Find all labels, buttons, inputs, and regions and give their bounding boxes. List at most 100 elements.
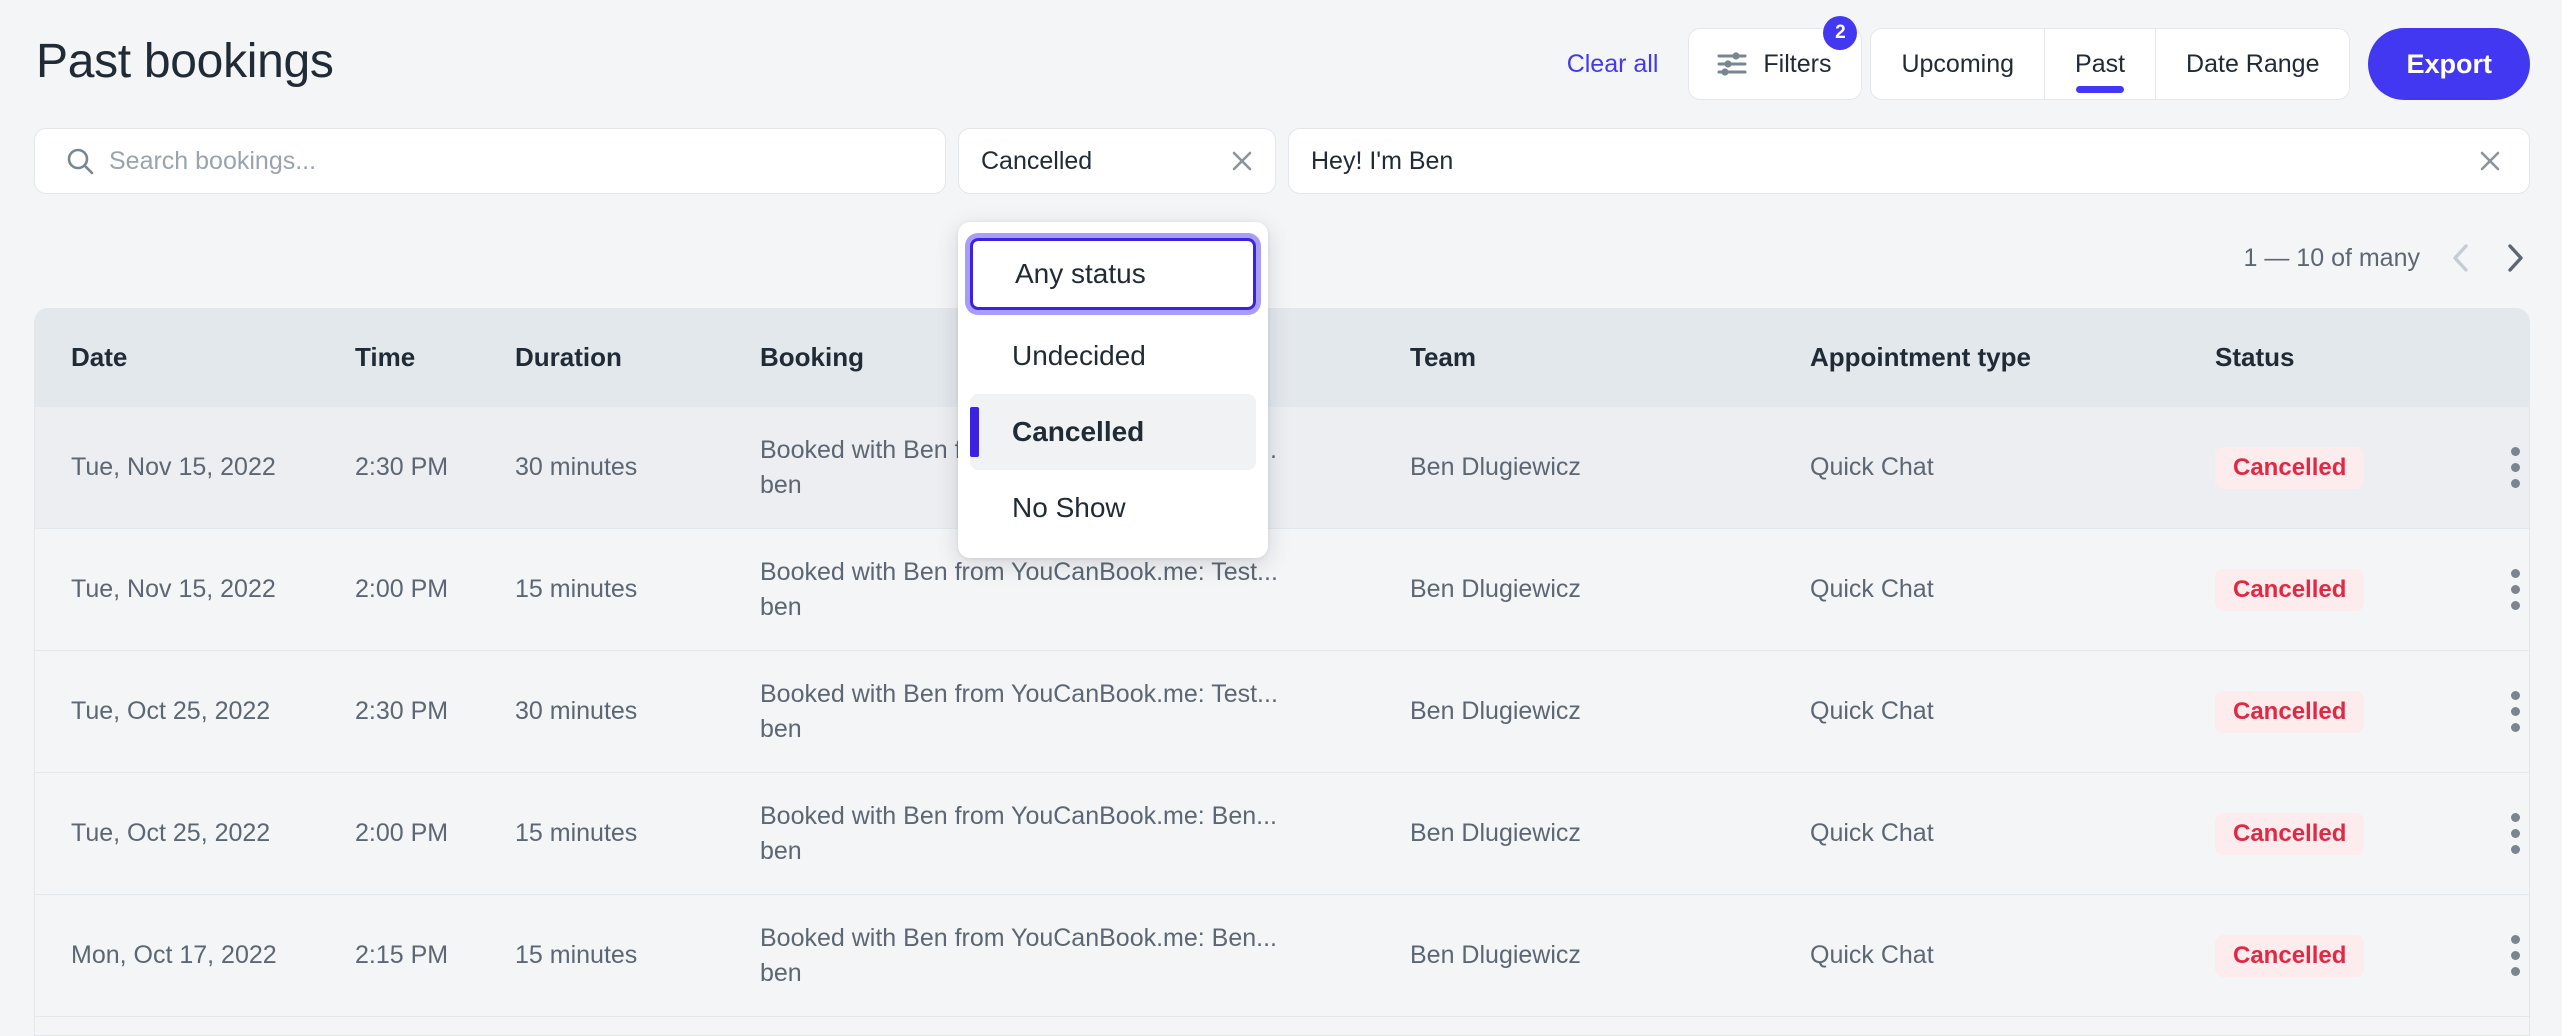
table-row[interactable]: Booked with Ben from YouCanBook.me: Ben.… (35, 1016, 2529, 1035)
status-option-cancelled[interactable]: Cancelled (970, 394, 1256, 470)
booking-subtitle: ben (760, 836, 802, 865)
search-icon (65, 146, 95, 176)
status-badge: Cancelled (2215, 934, 2365, 977)
table-row[interactable]: Tue, Nov 15, 2022 2:30 PM 30 minutes Booked… (35, 406, 2529, 529)
clear-status-icon[interactable] (1229, 148, 1255, 174)
filters-button-label: Filters (1763, 49, 1832, 78)
column-header-appointment-type[interactable]: Appointment type (1810, 309, 2215, 407)
row-actions-menu-icon[interactable] (2465, 935, 2529, 976)
tab-upcoming-label: Upcoming (1901, 49, 2015, 78)
status-option-label: No Show (1012, 492, 1126, 523)
column-header-time[interactable]: Time (355, 309, 515, 407)
export-button[interactable]: Export (2368, 28, 2530, 100)
cell-appointment-type: Quick Chat (1810, 772, 2215, 895)
sliders-icon (1717, 51, 1747, 77)
clear-keyword-icon[interactable] (2477, 148, 2503, 174)
cell-time: 2:00 PM (355, 528, 515, 651)
cell-team: Ben Dlugiewicz (1410, 772, 1810, 895)
bookings-table-container: Date Time Duration Booking Team Appointm… (34, 308, 2530, 1036)
row-actions-menu-icon[interactable] (2465, 691, 2529, 732)
table-row[interactable]: Tue, Oct 25, 2022 2:00 PM 15 minutes Booked… (35, 772, 2529, 895)
cell-date: Tue, Oct 25, 2022 (35, 650, 355, 773)
cell-team: Ben Dlugiewicz (1410, 406, 1810, 529)
table-row[interactable]: Mon, Oct 17, 2022 2:15 PM 15 minutes Booked… (35, 894, 2529, 1017)
status-badge: Cancelled (2215, 568, 2365, 611)
booking-title: Booked with Ben from YouCanBook.me: Test… (760, 680, 1278, 708)
cell-time: 2:30 PM (355, 650, 515, 773)
tab-upcoming[interactable]: Upcoming (1871, 29, 2046, 99)
keyword-filter-value[interactable]: Hey! I'm Ben (1311, 147, 2477, 176)
booking-cell-content: Booked with Ben from YouCanBook.me: Ben.… (760, 799, 1410, 868)
status-filter-field[interactable]: Cancelled (958, 128, 1276, 194)
cell-date: Tue, Oct 25, 2022 (35, 772, 355, 895)
clear-all-link[interactable]: Clear all (1567, 50, 1659, 79)
column-header-actions (2465, 309, 2529, 407)
tab-date-range[interactable]: Date Range (2156, 29, 2349, 99)
cell-status: Cancelled (2215, 894, 2465, 1017)
cell-team (1410, 1016, 1810, 1035)
cell-appointment-type: Quick Chat (1810, 528, 2215, 651)
status-filter-value: Cancelled (981, 146, 1093, 175)
cell-status: Cancelled (2215, 406, 2465, 529)
table-row[interactable]: Tue, Nov 15, 2022 2:00 PM 15 minutes Booked… (35, 528, 2529, 651)
bookings-table: Date Time Duration Booking Team Appointm… (35, 309, 2529, 1035)
cell-appointment-type: Quick Chat (1810, 406, 2215, 529)
cell-date (35, 1016, 355, 1035)
cell-duration: 15 minutes (515, 528, 760, 651)
cell-status: Cancelled (2215, 650, 2465, 773)
cell-team: Ben Dlugiewicz (1410, 650, 1810, 773)
cell-duration: 15 minutes (515, 772, 760, 895)
status-badge: Cancelled (2215, 446, 2365, 489)
status-option-label: Any status (1015, 258, 1146, 289)
cell-time: 2:00 PM (355, 772, 515, 895)
cell-actions (2465, 772, 2529, 895)
keyword-filter-field[interactable]: Hey! I'm Ben (1288, 128, 2530, 194)
pagination-prev-icon[interactable] (2448, 241, 2474, 275)
status-option-any-status[interactable]: Any status (970, 238, 1256, 310)
search-input[interactable] (109, 146, 945, 176)
status-badge: Cancelled (2215, 690, 2365, 733)
row-actions-menu-icon[interactable] (2465, 447, 2529, 488)
row-actions-menu-icon[interactable] (2465, 813, 2529, 854)
pagination: 1 — 10 of many (2244, 230, 2528, 286)
cell-duration (515, 1016, 760, 1035)
tab-past[interactable]: Past (2045, 29, 2157, 99)
cell-booking: Booked with Ben from YouCanBook.me: Ben.… (760, 894, 1410, 1017)
cell-date: Tue, Nov 15, 2022 (35, 528, 355, 651)
filters-button[interactable]: Filters 2 (1688, 16, 1863, 100)
status-option-undecided[interactable]: Undecided (970, 318, 1256, 394)
booking-subtitle: ben (760, 470, 802, 499)
cell-date: Tue, Nov 15, 2022 (35, 406, 355, 529)
table-body: Tue, Nov 15, 2022 2:30 PM 30 minutes Booked… (35, 406, 2529, 1035)
table-header-row: Date Time Duration Booking Team Appointm… (35, 309, 2529, 407)
cell-actions (2465, 650, 2529, 773)
booking-title: Booked with Ben from YouCanBook.me: Test… (760, 558, 1278, 586)
search-field[interactable] (34, 128, 946, 194)
cell-time: 2:15 PM (355, 894, 515, 1017)
header-actions: Clear all Filters 2 Upcoming Past Date R… (1567, 16, 2530, 100)
cell-status: Cancelled (2215, 772, 2465, 895)
column-header-status[interactable]: Status (2215, 309, 2465, 407)
booking-cell-content: Booked with Ben from YouCanBook.me: Ben.… (760, 921, 1410, 990)
tab-date-range-label: Date Range (2186, 49, 2320, 78)
tab-past-label: Past (2075, 49, 2126, 78)
pagination-next-icon[interactable] (2502, 241, 2528, 275)
status-dropdown-menu: Any status Undecided Cancelled No Show (958, 222, 1268, 558)
cell-duration: 15 minutes (515, 894, 760, 1017)
status-option-no-show[interactable]: No Show (970, 470, 1256, 546)
cell-appointment-type: Quick Chat (1810, 894, 2215, 1017)
table-row[interactable]: Tue, Oct 25, 2022 2:30 PM 30 minutes Booked… (35, 650, 2529, 773)
cell-status: Cancelled (2215, 528, 2465, 651)
row-actions-menu-icon[interactable] (2465, 569, 2529, 610)
cell-actions (2465, 894, 2529, 1017)
cell-date: Mon, Oct 17, 2022 (35, 894, 355, 1017)
cell-booking: Booked with Ben from YouCanBook.me: Ben.… (760, 1016, 1410, 1035)
column-header-team[interactable]: Team (1410, 309, 1810, 407)
cell-booking: Booked with Ben from YouCanBook.me: Test… (760, 650, 1410, 773)
cell-appointment-type (1810, 1016, 2215, 1035)
column-header-duration[interactable]: Duration (515, 309, 760, 407)
booking-subtitle: ben (760, 958, 802, 987)
cell-team: Ben Dlugiewicz (1410, 894, 1810, 1017)
column-header-date[interactable]: Date (35, 309, 355, 407)
cell-duration: 30 minutes (515, 406, 760, 529)
